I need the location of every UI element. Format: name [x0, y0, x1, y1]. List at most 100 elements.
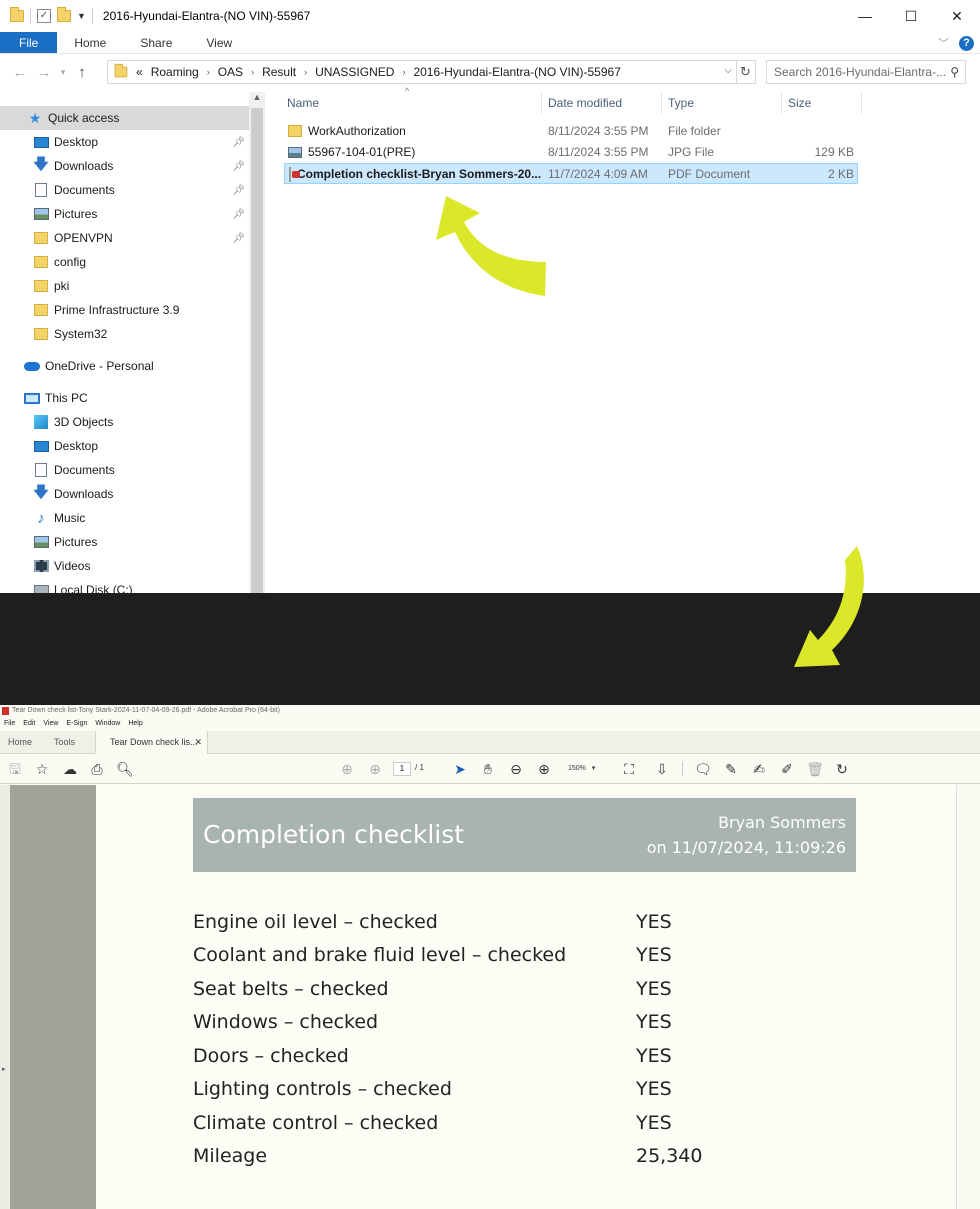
pin-icon[interactable]: 📌︎ — [232, 209, 245, 220]
column-header-size[interactable]: Size — [788, 92, 811, 114]
breadcrumb-roaming[interactable]: Roaming — [151, 65, 199, 79]
sidebar-item-local-disk[interactable]: Local Disk (C:) — [0, 578, 249, 593]
scroll-mode-icon[interactable]: ⇩ — [653, 761, 671, 777]
rotate-icon[interactable]: ↻ — [833, 761, 851, 777]
menu-view[interactable]: View — [43, 718, 58, 729]
column-header-type[interactable]: Type — [668, 92, 694, 114]
scrollbar-thumb[interactable] — [251, 108, 263, 593]
zoom-in-icon[interactable]: ⊕ — [535, 761, 553, 777]
zoom-search-icon[interactable]: 🔍︎ — [116, 761, 134, 777]
maximize-button[interactable]: ☐ — [888, 0, 934, 32]
sidebar-item-openvpn[interactable]: OPENVPN 📌︎ — [0, 226, 249, 250]
column-header-name[interactable]: Name — [287, 92, 319, 114]
sidebar-item-pictures[interactable]: Pictures 📌︎ — [0, 202, 249, 226]
chevron-right-icon[interactable]: › — [251, 67, 254, 77]
breadcrumb-current-folder[interactable]: 2016-Hyundai-Elantra-(NO VIN)-55967 — [413, 65, 620, 79]
pin-icon[interactable]: 📌︎ — [232, 161, 245, 172]
fit-page-icon[interactable]: ⛶ — [620, 761, 638, 777]
hand-tool-icon[interactable]: ✋︎ — [479, 761, 497, 777]
trash-icon[interactable]: 🗑︎ — [806, 761, 824, 777]
tab-share[interactable]: Share — [123, 32, 189, 53]
zoom-select[interactable]: 150% ▾ — [562, 762, 608, 776]
forward-icon[interactable]: → — [32, 64, 56, 81]
sidebar-item-downloads[interactable]: 🡇 Downloads 📌︎ — [0, 154, 249, 178]
chevron-down-icon[interactable]: ⌵ — [724, 65, 732, 76]
bookmark-star-icon[interactable]: ☆ — [33, 761, 51, 777]
pin-icon[interactable]: 📌︎ — [232, 233, 245, 244]
sidebar-item-prime-infrastructure[interactable]: Prime Infrastructure 3.9 — [0, 298, 249, 322]
divider — [661, 92, 662, 114]
tab-view[interactable]: View — [189, 32, 249, 53]
menu-help[interactable]: Help — [128, 718, 142, 729]
menu-esign[interactable]: E-Sign — [66, 718, 87, 729]
help-icon[interactable]: ? — [959, 35, 974, 51]
tab-tools[interactable]: Tools — [54, 731, 75, 754]
expand-ribbon-icon[interactable]: ﹀ — [938, 35, 949, 51]
recent-locations-icon[interactable]: ▾ — [56, 67, 70, 78]
sidebar-item-this-pc[interactable]: This PC — [0, 386, 249, 410]
chevron-right-icon[interactable]: › — [207, 67, 210, 77]
tab-document[interactable]: Tear Down check lis... ✕ — [95, 731, 208, 754]
customize-toolbar-icon[interactable]: ▼ — [77, 11, 86, 21]
sign-icon[interactable]: ✍︎ — [750, 761, 768, 777]
close-button[interactable]: ✕ — [934, 0, 980, 32]
menu-file[interactable]: File — [4, 718, 15, 729]
scroll-up-icon[interactable]: ▲ — [249, 92, 265, 102]
breadcrumb-oas[interactable]: OAS — [218, 65, 243, 79]
breadcrumb-unassigned[interactable]: UNASSIGNED — [315, 65, 394, 79]
sidebar-item-documents[interactable]: Documents 📌︎ — [0, 178, 249, 202]
close-icon[interactable]: ✕ — [194, 731, 202, 754]
page-number-input[interactable]: 1 — [393, 762, 411, 776]
sidebar-item-system32[interactable]: System32 — [0, 322, 249, 346]
breadcrumb[interactable]: « Roaming › OAS › Result › UNASSIGNED › … — [107, 60, 737, 84]
save-icon[interactable]: 🖫 — [6, 761, 24, 777]
sidebar-item-music[interactable]: ♪ Music — [0, 506, 249, 530]
file-row[interactable]: 55967-104-01(PRE) 8/11/2024 3:55 PM JPG … — [284, 142, 858, 163]
upload-cloud-icon[interactable]: ☁ — [61, 761, 79, 777]
file-row-selected[interactable]: Completion checklist-Bryan Sommers-20...… — [284, 163, 858, 184]
left-panel-toggle[interactable]: ▸ — [0, 785, 10, 1209]
sidebar-item-onedrive[interactable]: OneDrive - Personal — [0, 354, 249, 378]
sidebar-item-quick-access[interactable]: ★ Quick access — [0, 106, 249, 130]
sidebar-item-videos[interactable]: Videos — [0, 554, 249, 578]
search-input[interactable]: Search 2016-Hyundai-Elantra-... ⚲ — [766, 60, 966, 84]
tab-home[interactable]: Home — [57, 32, 123, 53]
print-icon[interactable]: ⎙ — [88, 761, 106, 777]
menu-edit[interactable]: Edit — [23, 718, 35, 729]
refresh-icon[interactable]: ↻ — [736, 60, 756, 84]
up-icon[interactable]: ↑ — [70, 64, 94, 81]
column-header-date[interactable]: Date modified — [548, 92, 622, 114]
tab-home[interactable]: Home — [8, 731, 32, 754]
comment-icon[interactable]: 🗨︎ — [694, 761, 712, 777]
tab-file[interactable]: File — [0, 32, 58, 53]
sidebar-item-desktop[interactable]: Desktop 📌︎ — [0, 130, 249, 154]
stamp-icon[interactable]: ✐ — [778, 761, 796, 777]
back-icon[interactable]: ← — [8, 64, 32, 81]
properties-icon[interactable]: ✓ — [37, 9, 51, 23]
sidebar-item-pc-downloads[interactable]: 🡇 Downloads — [0, 482, 249, 506]
next-page-icon[interactable]: ⊕ — [366, 761, 384, 777]
sidebar-item-pc-documents[interactable]: Documents — [0, 458, 249, 482]
chevron-right-icon[interactable]: ▸ — [2, 1065, 6, 1073]
chevron-right-icon[interactable]: › — [402, 67, 405, 77]
file-row[interactable]: WorkAuthorization 8/11/2024 3:55 PM File… — [284, 121, 858, 142]
pin-icon[interactable]: 📌︎ — [232, 137, 245, 148]
select-cursor-icon[interactable]: ➤ — [451, 761, 469, 777]
breadcrumb-overflow[interactable]: « — [136, 65, 143, 79]
sidebar-item-pki[interactable]: pki — [0, 274, 249, 298]
previous-page-icon[interactable]: ⊕ — [338, 761, 356, 777]
new-folder-icon[interactable] — [57, 7, 71, 22]
minimize-button[interactable]: — — [842, 0, 888, 32]
menu-window[interactable]: Window — [95, 718, 120, 729]
highlight-pen-icon[interactable]: ✎ — [722, 761, 740, 777]
sidebar-item-config[interactable]: config — [0, 250, 249, 274]
breadcrumb-result[interactable]: Result — [262, 65, 296, 79]
pin-icon[interactable]: 📌︎ — [232, 185, 245, 196]
chevron-right-icon[interactable]: › — [304, 67, 307, 77]
sidebar-item-pc-pictures[interactable]: Pictures — [0, 530, 249, 554]
sidebar-item-3d-objects[interactable]: 3D Objects — [0, 410, 249, 434]
zoom-out-icon[interactable]: ⊖ — [507, 761, 525, 777]
sidebar-item-pc-desktop[interactable]: Desktop — [0, 434, 249, 458]
file-name: WorkAuthorization — [308, 124, 406, 138]
sidebar-scrollbar[interactable]: ▲ — [249, 92, 265, 593]
